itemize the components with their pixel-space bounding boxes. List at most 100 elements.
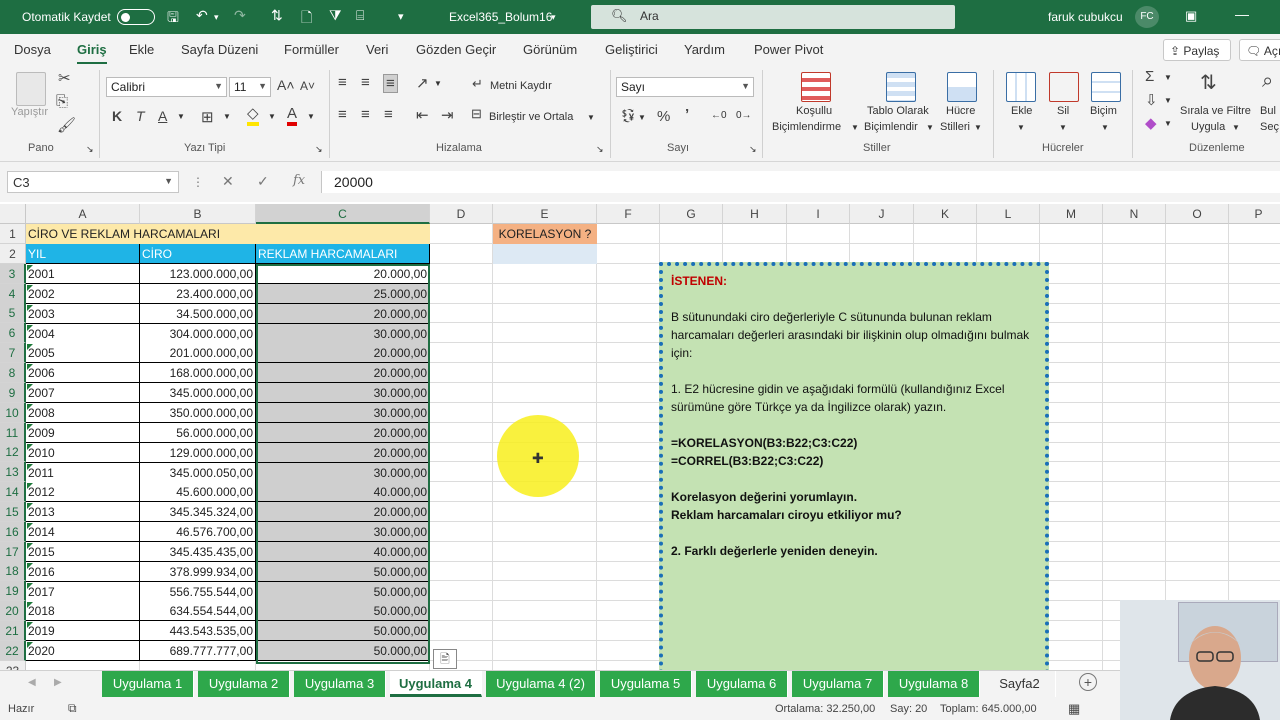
tab-ekle[interactable]: Ekle — [129, 42, 154, 57]
chevron-down-icon[interactable]: ▼ — [1017, 123, 1025, 132]
cell-ciro[interactable]: 168.000.000,00 — [140, 363, 256, 384]
format-as-table-label2[interactable]: Biçimlendir — [864, 121, 918, 133]
sheet-tab[interactable]: Uygulama 7 — [792, 671, 884, 697]
cell-reklam[interactable]: 20.000,00 — [256, 264, 430, 284]
error-indicator-icon[interactable] — [27, 523, 33, 530]
cell-yil[interactable]: 2004 — [26, 323, 140, 344]
row-header-1[interactable]: 1 — [0, 224, 26, 244]
error-indicator-icon[interactable] — [27, 284, 33, 291]
tab-gozden-gecir[interactable]: Gözden Geçir — [416, 42, 496, 57]
search-box[interactable]: 🔍︎ Ara — [591, 5, 955, 29]
row-header-18[interactable]: 18 — [0, 561, 26, 582]
chevron-down-icon[interactable]: ▼ — [1232, 123, 1240, 132]
undo-dropdown-icon[interactable]: ▾ — [214, 12, 219, 23]
row-header-16[interactable]: 16 — [0, 521, 26, 542]
clear-icon[interactable]: ◆ — [1145, 114, 1157, 132]
accessibility-icon[interactable]: ⧉ — [68, 701, 77, 716]
cancel-icon[interactable]: ✕ — [222, 173, 234, 190]
error-indicator-icon[interactable] — [27, 542, 33, 549]
error-indicator-icon[interactable] — [27, 642, 33, 649]
chevron-down-icon[interactable]: ▼ — [1101, 123, 1109, 132]
cell-styles-label2[interactable]: Stilleri — [940, 121, 970, 133]
chevron-down-icon[interactable]: ▼ — [268, 112, 276, 121]
font-grow-icon[interactable]: A˄ — [277, 77, 295, 93]
format-as-table-icon[interactable] — [886, 72, 916, 102]
sheet-tab[interactable]: Uygulama 4 (2) — [486, 671, 596, 697]
copy-icon[interactable]: ⎘ — [56, 93, 68, 110]
cell-ciro[interactable]: 45.600.000,00 — [140, 482, 256, 503]
sheet-tab[interactable]: Uygulama 6 — [696, 671, 788, 697]
tab-gorunum[interactable]: Görünüm — [523, 42, 577, 57]
chevron-down-icon[interactable]: ▾ — [551, 12, 556, 23]
row-header-2[interactable]: 2 — [0, 243, 26, 264]
cell-reklam[interactable]: 20.000,00 — [256, 303, 430, 324]
row-header-17[interactable]: 17 — [0, 541, 26, 562]
cell-ciro[interactable]: 123.000.000,00 — [140, 264, 256, 284]
col-header-j[interactable]: J — [850, 204, 914, 224]
cell-yil[interactable]: 2016 — [26, 561, 140, 582]
error-indicator-icon[interactable] — [27, 602, 33, 609]
cell-styles-label1[interactable]: Hücre — [946, 105, 975, 117]
cell-yil[interactable]: 2006 — [26, 363, 140, 384]
tab-power-pivot[interactable]: Power Pivot — [754, 42, 823, 57]
chevron-down-icon[interactable]: ▼ — [1059, 123, 1067, 132]
delete-cells-icon[interactable] — [1049, 72, 1079, 102]
cell-a1-title[interactable]: CİRO VE REKLAM HARCAMALARI — [26, 224, 430, 244]
cell-yil[interactable]: 2011 — [26, 462, 140, 483]
cell-reklam[interactable]: 25.000,00 — [256, 283, 430, 304]
font-shrink-icon[interactable]: A˅ — [300, 79, 315, 93]
cell-yil[interactable]: 2015 — [26, 541, 140, 562]
normal-view-icon[interactable]: ▦ — [1068, 701, 1080, 717]
row-header-20[interactable]: 20 — [0, 601, 26, 622]
insert-cells-label[interactable]: Ekle — [1011, 105, 1032, 117]
cell-yil[interactable]: 2008 — [26, 402, 140, 423]
cell-reklam[interactable]: 20.000,00 — [256, 363, 430, 384]
sheet-tab[interactable]: Uygulama 1 — [102, 671, 194, 697]
row-header-15[interactable]: 15 — [0, 501, 26, 522]
comments-button[interactable]: 🗨︎ Açı — [1239, 39, 1280, 61]
cell-e2[interactable] — [493, 244, 597, 264]
font-name-select[interactable]: Calibri ▼ — [106, 77, 227, 97]
delete-cells-label[interactable]: Sil — [1057, 105, 1069, 117]
dialog-launcher-icon[interactable]: ↘ — [315, 144, 323, 155]
cell-ciro[interactable]: 23.400.000,00 — [140, 283, 256, 304]
conditional-formatting-label1[interactable]: Koşullu — [796, 105, 832, 117]
cell-yil[interactable]: 2010 — [26, 442, 140, 463]
cell-ciro[interactable]: 345.345.324,00 — [140, 502, 256, 523]
ribbon-display-icon[interactable]: ▣ — [1185, 8, 1197, 24]
cell-reklam[interactable]: 50.000,00 — [256, 621, 430, 642]
cell-reklam[interactable]: 30.000,00 — [256, 323, 430, 344]
cell-reklam[interactable]: 20.000,00 — [256, 442, 430, 463]
merge-center-button[interactable]: Birleştir ve Ortala — [489, 111, 573, 123]
minimize-icon[interactable]: — — [1235, 6, 1249, 22]
paste-icon[interactable] — [16, 72, 46, 106]
enter-icon[interactable]: ✓ — [257, 173, 269, 190]
error-indicator-icon[interactable] — [27, 622, 33, 629]
cell-yil[interactable]: 2018 — [26, 601, 140, 622]
cut-icon[interactable]: ✂ — [58, 69, 71, 87]
row-header-7[interactable]: 7 — [0, 343, 26, 364]
error-indicator-icon[interactable] — [27, 324, 33, 331]
cell-reklam[interactable]: 30.000,00 — [256, 402, 430, 423]
col-header-d[interactable]: D — [430, 204, 493, 224]
row-header-11[interactable]: 11 — [0, 422, 26, 443]
row-header-8[interactable]: 8 — [0, 362, 26, 383]
bold-button[interactable]: K — [112, 108, 122, 124]
cell-reklam[interactable]: 30.000,00 — [256, 462, 430, 483]
file-name[interactable]: Excel365_Bolum16 — [449, 10, 552, 24]
row-header-14[interactable]: 14 — [0, 482, 26, 503]
format-cells-icon[interactable] — [1091, 72, 1121, 102]
align-left-icon[interactable]: ≡ — [338, 106, 347, 123]
cell-ciro[interactable]: 304.000.000,00 — [140, 323, 256, 344]
cell-reklam[interactable]: 20.000,00 — [256, 343, 430, 364]
align-center-icon[interactable]: ≡ — [361, 106, 370, 123]
cell-reklam[interactable]: 50.000,00 — [256, 561, 430, 582]
cell-ciro[interactable]: 56.000.000,00 — [140, 422, 256, 443]
cell-yil[interactable]: 2009 — [26, 422, 140, 443]
row-header-10[interactable]: 10 — [0, 402, 26, 423]
row-header-5[interactable]: 5 — [0, 303, 26, 324]
row-header-13[interactable]: 13 — [0, 462, 26, 483]
header-reklam[interactable]: REKLAM HARCAMALARI — [256, 244, 430, 264]
chevron-down-icon[interactable]: ▼ — [1164, 119, 1172, 128]
format-painter-icon[interactable]: 🖌︎ — [57, 116, 76, 134]
